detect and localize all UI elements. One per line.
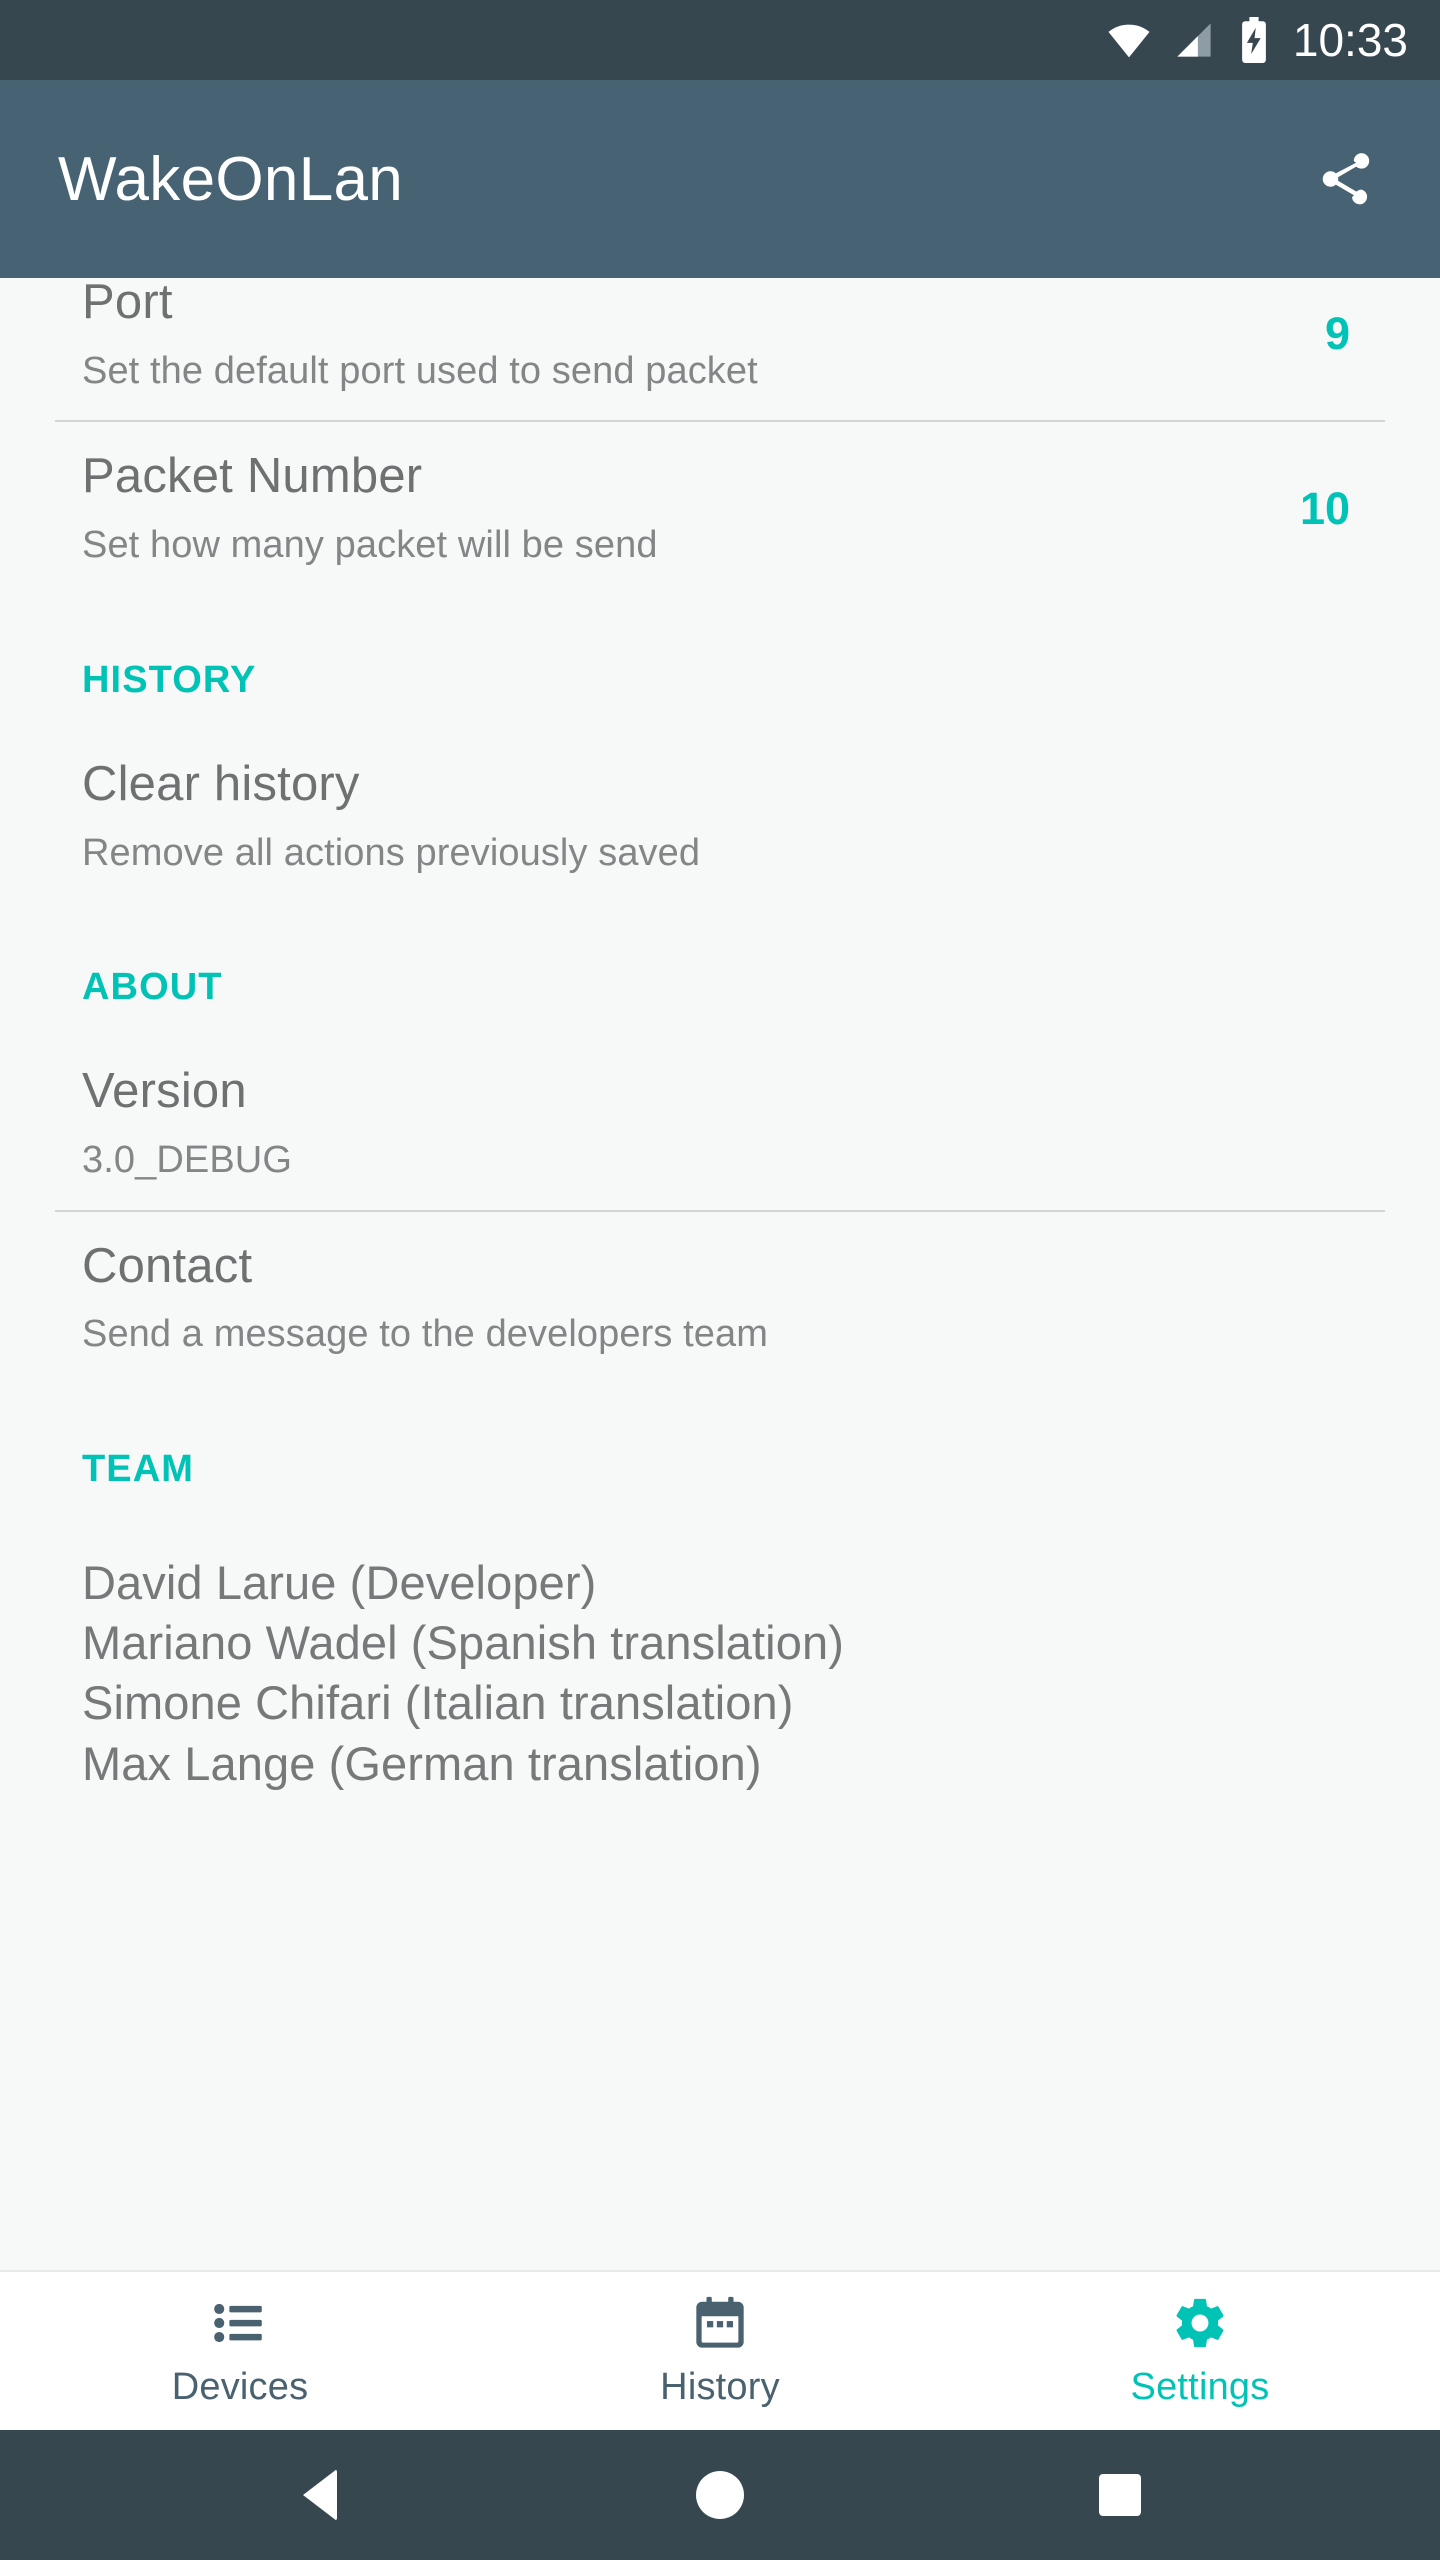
gear-icon [1176, 2298, 1224, 2347]
cellular-signal-icon [1177, 23, 1211, 57]
preference-row-version[interactable]: Version 3.0_DEBUG [0, 1037, 1440, 1209]
tab-label: Settings [1130, 2365, 1270, 2408]
team-member: David Larue (Developer) [82, 1556, 597, 1610]
preference-summary: 3.0_DEBUG [82, 1139, 292, 1182]
preference-value-port: 9 [1324, 308, 1350, 360]
preference-title: Port [82, 278, 173, 329]
status-bar-icons: 10:33 [1107, 17, 1408, 63]
home-button[interactable] [665, 2440, 775, 2550]
tab-settings[interactable]: Settings [960, 2272, 1440, 2430]
wifi-icon [1108, 24, 1150, 58]
preference-summary: Set how many packet will be send [82, 524, 658, 567]
tab-label: History [660, 2365, 780, 2408]
preference-summary: Remove all actions previously saved [82, 831, 701, 874]
back-button[interactable] [265, 2440, 375, 2550]
preference-row-packet-number[interactable]: Packet Number Set how many packet will b… [0, 422, 1440, 594]
preference-row-contact[interactable]: Contact Send a message to the developers… [0, 1212, 1440, 1384]
preference-title: Packet Number [82, 449, 423, 504]
preference-texts: Version 3.0_DEBUG [82, 1063, 1358, 1183]
app-screen: 10:33 WakeOnLan Port Set the default por… [0, 0, 1440, 2560]
section-header-about: ABOUT [82, 966, 223, 1009]
section-header-team: TEAM [82, 1448, 195, 1491]
preference-title: Contact [82, 1238, 253, 1293]
battery-charging-icon [1241, 17, 1266, 63]
preference-texts: Port Set the default port used to send p… [82, 278, 1285, 394]
preference-summary: Send a message to the developers team [82, 1313, 769, 1356]
preference-title: Clear history [82, 756, 360, 811]
share-icon [1322, 153, 1370, 205]
status-bar-clock: 10:33 [1292, 14, 1408, 66]
preference-row-port[interactable]: Port Set the default port used to send p… [0, 278, 1440, 420]
share-button[interactable] [1298, 131, 1394, 227]
team-member: Simone Chifari (Italian translation) [82, 1676, 794, 1730]
list-icon [214, 2303, 262, 2342]
preference-texts: Contact Send a message to the developers… [82, 1238, 1358, 1358]
preference-texts: Packet Number Set how many packet will b… [82, 448, 1260, 568]
preference-summary: Set the default port used to send packet [82, 349, 758, 392]
bottom-navigation-bar: Devices History Settings [0, 2270, 1440, 2430]
tab-history[interactable]: History [480, 2272, 960, 2430]
android-navigation-bar [0, 2430, 1440, 2560]
team-list: David Larue (Developer) Mariano Wadel (S… [0, 1491, 1440, 1794]
app-title: WakeOnLan [58, 144, 404, 214]
tab-label: Devices [171, 2365, 309, 2408]
recents-button[interactable] [1065, 2440, 1175, 2550]
tab-devices[interactable]: Devices [0, 2272, 480, 2430]
recents-square-icon [1099, 2474, 1141, 2516]
preference-value-packet-number: 10 [1299, 482, 1350, 534]
home-circle-icon [696, 2471, 744, 2519]
status-bar: 10:33 [0, 0, 1440, 80]
preference-title: Version [82, 1064, 247, 1119]
section-header-history: HISTORY [82, 658, 257, 701]
calendar-icon [696, 2296, 744, 2348]
preference-texts: Clear history Remove all actions previou… [82, 756, 1358, 876]
team-member: Max Lange (German translation) [82, 1736, 762, 1790]
back-triangle-icon [303, 2469, 337, 2521]
preference-row-clear-history[interactable]: Clear history Remove all actions previou… [0, 730, 1440, 902]
team-member: Mariano Wadel (Spanish translation) [82, 1616, 844, 1670]
app-bar: WakeOnLan [0, 80, 1440, 278]
settings-scroll-area[interactable]: Port Set the default port used to send p… [0, 278, 1440, 2270]
